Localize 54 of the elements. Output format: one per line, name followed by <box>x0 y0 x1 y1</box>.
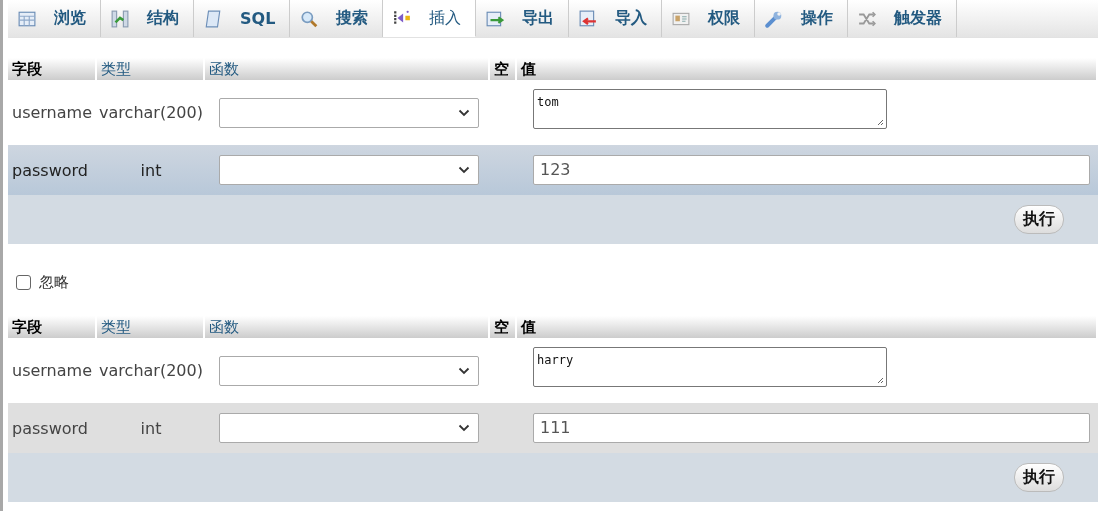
column-header[interactable]: 类型 <box>97 316 205 338</box>
field-name: password <box>11 159 89 182</box>
column-header: 值 <box>517 316 1098 338</box>
field-type: varchar(200) <box>98 360 204 382</box>
value-input[interactable]: 111 <box>533 413 1090 443</box>
field-type: int <box>139 159 163 182</box>
tab[interactable]: 导出 <box>476 0 570 37</box>
column-header[interactable]: 类型 <box>97 58 205 80</box>
field-name: username <box>11 102 93 124</box>
chevron-down-icon <box>458 166 470 174</box>
tab[interactable]: 导入 <box>569 0 663 37</box>
column-header: 空 <box>490 316 517 338</box>
search-icon <box>300 9 319 28</box>
tab[interactable]: SQL <box>194 0 291 37</box>
field-type: varchar(200) <box>98 102 204 124</box>
function-dropdown[interactable] <box>219 355 479 386</box>
shuffle-icon <box>858 9 877 28</box>
wrench-icon <box>765 9 784 28</box>
resize-handle-icon[interactable] <box>876 376 884 384</box>
tab[interactable]: 触发器 <box>848 0 958 37</box>
field-type: int <box>139 417 163 440</box>
structure-icon <box>111 9 129 28</box>
column-header: 字段 <box>8 58 97 80</box>
column-header[interactable]: 函数 <box>205 58 490 80</box>
function-dropdown[interactable] <box>219 155 479 185</box>
function-dropdown[interactable] <box>219 97 479 128</box>
execute-button[interactable]: 执行 <box>1014 463 1064 492</box>
tab[interactable]: 浏览 <box>8 0 101 37</box>
field-name: password <box>11 417 89 440</box>
column-header[interactable]: 函数 <box>205 316 490 338</box>
column-header: 空 <box>490 58 517 80</box>
table-icon <box>18 9 36 28</box>
tab[interactable]: 搜索 <box>290 0 384 37</box>
tab[interactable]: 结构 <box>101 0 194 37</box>
execute-button[interactable]: 执行 <box>1014 205 1064 234</box>
export-icon <box>486 9 505 28</box>
chevron-down-icon <box>458 366 470 375</box>
tab[interactable]: 操作 <box>755 0 849 37</box>
scroll-icon <box>204 9 222 28</box>
checkbox[interactable] <box>16 274 31 290</box>
function-dropdown[interactable] <box>219 413 479 443</box>
column-header: 值 <box>517 58 1098 80</box>
value-textarea[interactable]: harry <box>533 347 887 387</box>
value-textarea[interactable]: tom <box>533 89 887 129</box>
insert-icon <box>393 9 412 27</box>
tab[interactable]: 权限 <box>662 0 756 37</box>
chevron-down-icon <box>458 108 470 117</box>
chevron-down-icon <box>458 424 470 432</box>
value-input[interactable]: 123 <box>533 155 1090 185</box>
checkbox-label: 忽略 <box>39 272 69 292</box>
import-icon <box>579 9 598 28</box>
field-name: username <box>11 360 93 382</box>
resize-handle-icon[interactable] <box>876 118 884 126</box>
column-header: 字段 <box>8 316 97 338</box>
